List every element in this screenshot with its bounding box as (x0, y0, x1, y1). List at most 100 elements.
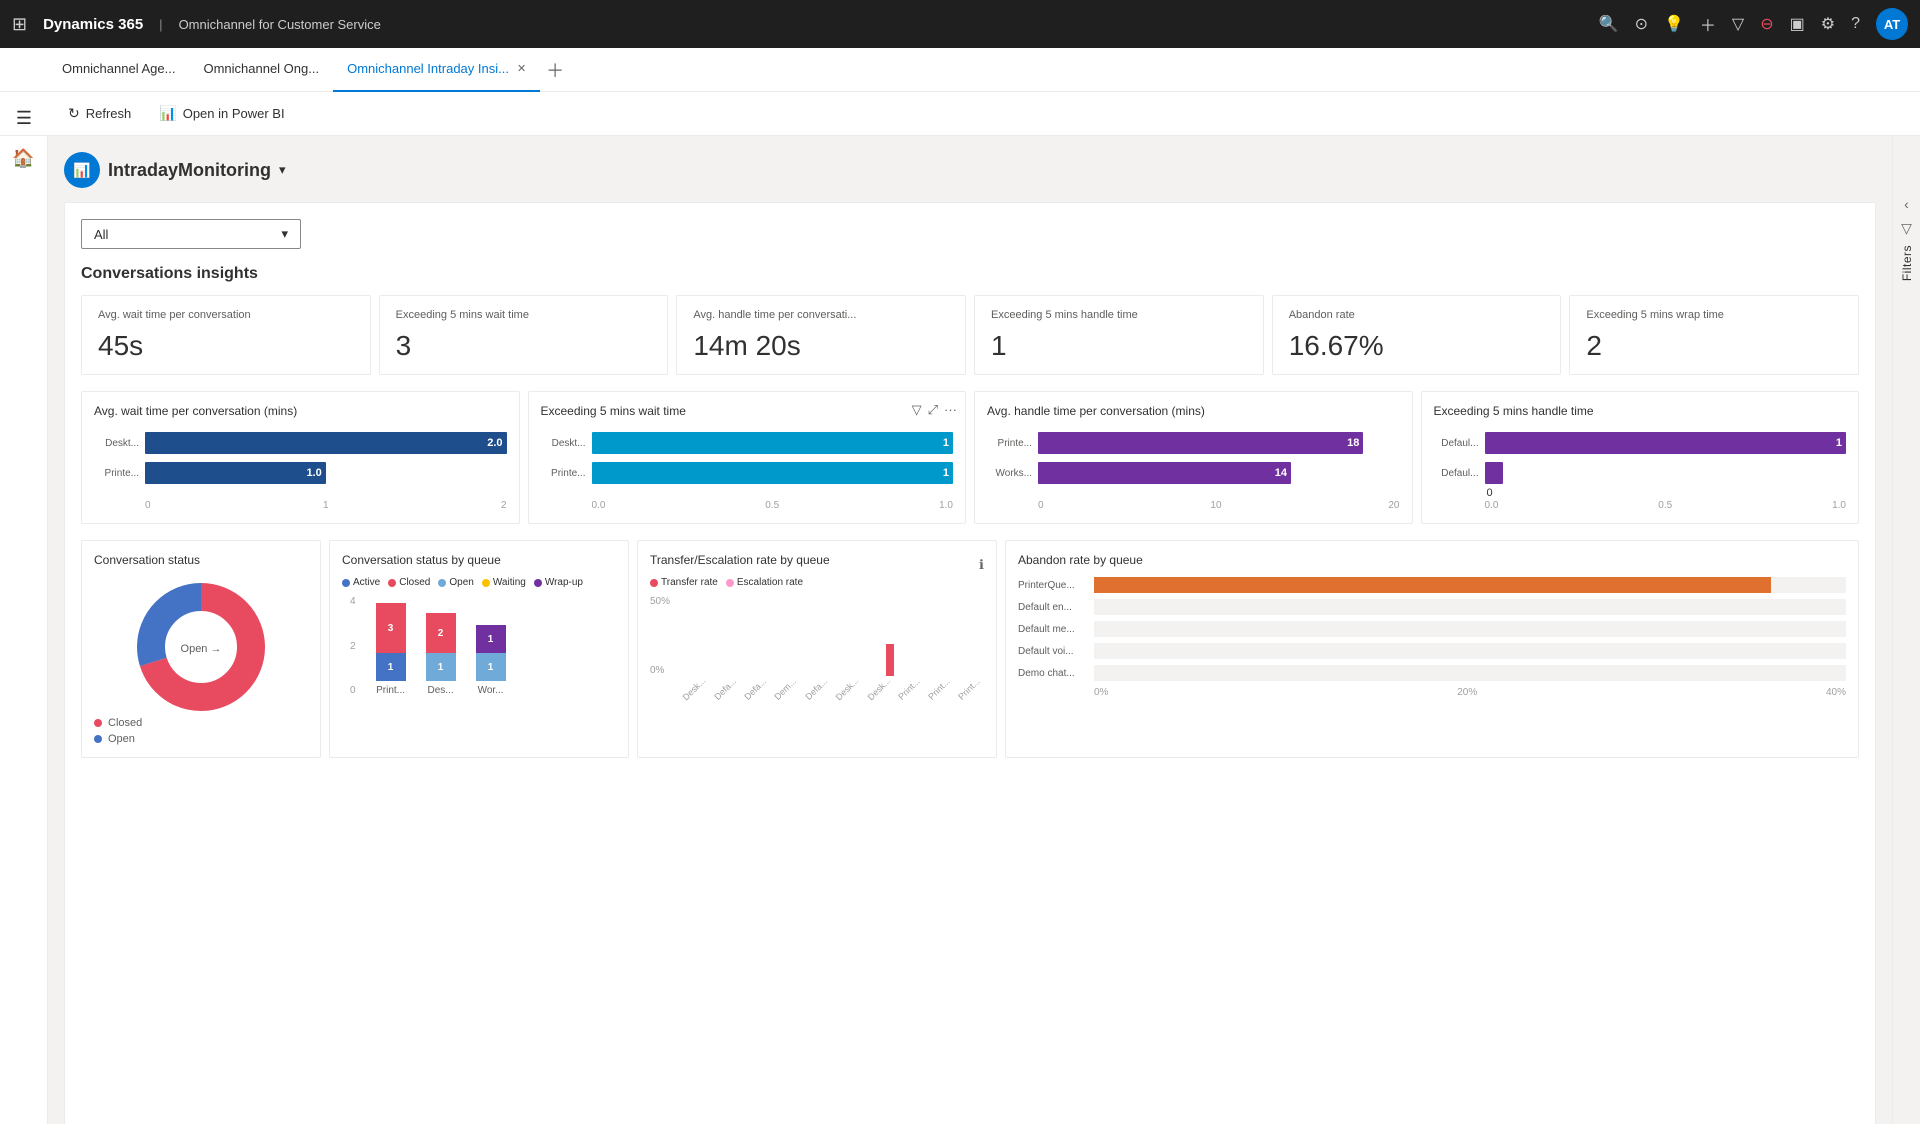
filter-dropdown-icon: ▾ (281, 226, 288, 242)
bar-row-desktop: Deskt... 1 (541, 432, 954, 454)
bar-group-des: 1 2 Des... (426, 613, 456, 696)
filter-icon[interactable]: ▽ (1732, 14, 1744, 34)
chart-avg-wait-time: Avg. wait time per conversation (mins) D… (81, 391, 520, 524)
kpi-exceeding-handle: Exceeding 5 mins handle time 1 (974, 295, 1264, 375)
bar-row-printer: Printe... 1 (541, 462, 954, 484)
chart-abandon-rate: Abandon rate by queue PrinterQue... Defa… (1005, 540, 1859, 758)
charts-row-1: Avg. wait time per conversation (mins) D… (81, 391, 1859, 524)
tab-add-icon[interactable]: ＋ (546, 57, 564, 83)
kpi-avg-handle: Avg. handle time per conversati... 14m 2… (676, 295, 966, 375)
transfer-legend-dot (650, 579, 658, 587)
avg-handle-bar-chart: Printe... 18 Works... 14 (987, 428, 1400, 496)
waiting-legend-dot (482, 579, 490, 587)
filter-row: All ▾ (81, 219, 1859, 249)
conversations-insights-title: Conversations insights (81, 265, 1859, 283)
toolbar: ↻ Refresh 📊 Open in Power BI (0, 92, 1920, 136)
top-nav-actions: 🔍 ⊙ 💡 ＋ ▽ ⊖ ▣ ⚙ ? AT (1599, 8, 1908, 40)
add-icon[interactable]: ＋ (1700, 12, 1716, 36)
app-subtitle: Omnichannel for Customer Service (179, 17, 381, 32)
donut-svg: Open → (131, 577, 271, 717)
abandon-bars: PrinterQue... Default en... (1018, 577, 1846, 681)
bar-row-default2: Defaul... 0 (1434, 462, 1847, 484)
page-header: 📊 IntradayMonitoring ▾ (64, 152, 1876, 188)
queue-filter[interactable]: All ▾ (81, 219, 301, 249)
filter-icon[interactable]: ▽ (912, 402, 922, 418)
avatar[interactable]: AT (1876, 8, 1908, 40)
chart4-axis: 0.00.51.0 (1434, 500, 1847, 511)
transfer-bars-area: Desk... Defa... Defa... Dem... Defa... D… (678, 596, 984, 676)
bar-row-works: Works... 14 (987, 462, 1400, 484)
kpi-exceeding-wrap: Exceeding 5 mins wrap time 2 (1569, 295, 1859, 375)
kpi-exceeding-wait: Exceeding 5 mins wait time 3 (379, 295, 669, 375)
hamburger-icon[interactable]: ☰ (0, 96, 48, 140)
main-content: 📊 IntradayMonitoring ▾ All ▾ Conversatio… (48, 136, 1892, 1124)
bar-group-print: 1 3 Print... (376, 603, 406, 696)
transfer-x-labels: Desk... Defa... Defa... Dem... Defa... D… (678, 684, 984, 694)
grid-icon[interactable]: ⊞ (12, 14, 27, 35)
bar-group-wor: 1 1 Wor... (476, 625, 506, 696)
tab-omnichannel-ongoing[interactable]: Omnichannel Ong... (189, 48, 333, 92)
chart3-axis: 01020 (987, 500, 1400, 511)
abandon-row-1: Default en... (1018, 599, 1846, 615)
monitoring-dropdown-icon[interactable]: ▾ (279, 162, 286, 178)
chart-exceeding-wait: Exceeding 5 mins wait time ▽ ⤢ ··· Deskt… (528, 391, 967, 524)
exceeding-handle-bar-chart: Defaul... 1 Defaul... 0 (1434, 428, 1847, 496)
info-icon[interactable]: ℹ (979, 557, 984, 573)
transfer-chart-body: 50% 0% Desk... Defa... Defa... Dem.. (650, 596, 984, 676)
home-icon[interactable]: 🏠 (12, 148, 34, 169)
search-icon[interactable]: 🔍 (1599, 14, 1619, 34)
fullscreen-icon[interactable]: ▣ (1790, 14, 1805, 34)
avg-wait-bar-chart: Deskt... 2.0 Printe... 1.0 (94, 428, 507, 496)
transfer-bar-print (886, 644, 894, 676)
tab-bar: Omnichannel Age... Omnichannel Ong... Om… (0, 48, 1920, 92)
escalation-legend-dot (726, 579, 734, 587)
expand-icon[interactable]: ⤢ (928, 402, 938, 418)
stacked-bars-container: 420 1 3 Print... (342, 596, 616, 696)
donut-chart: Open → Closed Open (94, 577, 308, 745)
abandon-row-2: Default me... (1018, 621, 1846, 637)
dashboard: All ▾ Conversations insights Avg. wait t… (64, 202, 1876, 1124)
title-separator: | (159, 17, 162, 32)
tab-omnichannel-intraday[interactable]: Omnichannel Intraday Insi... ✕ (333, 48, 540, 92)
monitoring-icon: 📊 (64, 152, 100, 188)
tab-omnichannel-agent[interactable]: Omnichannel Age... (48, 48, 189, 92)
monitoring-title: IntradayMonitoring (108, 160, 271, 181)
wrapup-legend-dot (534, 579, 542, 587)
abandon-row-3: Default voi... (1018, 643, 1846, 659)
settings-icon[interactable]: ⚙ (1821, 14, 1835, 34)
bar-row-printer: Printe... 18 (987, 432, 1400, 454)
chart-conv-status-queue: Conversation status by queue Active Clos… (329, 540, 629, 758)
sidebar-right-filter-icon[interactable]: ▽ (1901, 220, 1912, 237)
kpi-cards-row: Avg. wait time per conversation 45s Exce… (81, 295, 1859, 375)
help-icon[interactable]: ? (1851, 15, 1860, 33)
active-legend-dot (342, 579, 350, 587)
app-title: Dynamics 365 (43, 16, 143, 33)
page-body: 🏠 📊 IntradayMonitoring ▾ All ▾ Conversat… (0, 136, 1920, 1124)
block-icon[interactable]: ⊖ (1760, 14, 1773, 34)
svg-text:Open →: Open → (181, 643, 222, 655)
chart2-toolbar: ▽ ⤢ ··· (912, 402, 957, 418)
chart-transfer-rate: Transfer/Escalation rate by queue ℹ Tran… (637, 540, 997, 758)
more-icon[interactable]: ··· (944, 402, 957, 418)
tab-close-icon[interactable]: ✕ (517, 62, 526, 75)
bar-row-printer: Printe... 1.0 (94, 462, 507, 484)
chart-conv-status: Conversation status Open → Clo (81, 540, 321, 758)
y-axis: 420 (350, 596, 356, 696)
lightbulb-icon[interactable]: 💡 (1664, 14, 1684, 34)
chart-exceeding-handle: Exceeding 5 mins handle time Defaul... 1… (1421, 391, 1860, 524)
abandon-row-4: Demo chat... (1018, 665, 1846, 681)
queue-status-legend: Active Closed Open Waiting (342, 577, 616, 588)
abandon-row-0: PrinterQue... (1018, 577, 1846, 593)
tab-bar-wrapper: ☰ Omnichannel Age... Omnichannel Ong... … (0, 48, 1920, 92)
kpi-abandon-rate: Abandon rate 16.67% (1272, 295, 1562, 375)
refresh-button[interactable]: ↻ Refresh (56, 99, 143, 128)
powerbi-icon: 📊 (159, 105, 176, 122)
target-icon[interactable]: ⊙ (1635, 14, 1648, 34)
bar-row-default1: Defaul... 1 (1434, 432, 1847, 454)
transfer-y-axis: 50% 0% (650, 596, 674, 676)
sidebar-left: 🏠 (0, 136, 48, 1124)
sidebar-right-arrow-icon[interactable]: ‹ (1904, 196, 1909, 212)
sidebar-right: ‹ ▽ Filters (1892, 136, 1920, 1124)
open-powerbi-button[interactable]: 📊 Open in Power BI (147, 99, 296, 128)
filters-label[interactable]: Filters (1900, 245, 1914, 281)
